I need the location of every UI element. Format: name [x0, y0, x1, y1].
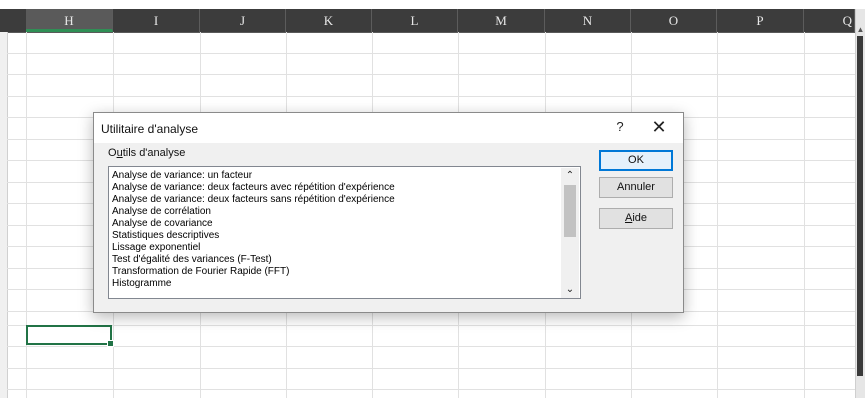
sheet-scrollbar-thumb[interactable] [857, 36, 863, 376]
list-item[interactable]: Analyse de variance: deux facteurs avec … [112, 182, 395, 193]
gridline [7, 325, 855, 326]
close-icon[interactable]: ✕ [650, 118, 668, 136]
cancel-button[interactable]: Annuler [599, 177, 673, 198]
gridline [7, 389, 855, 390]
active-cell-selection[interactable] [26, 325, 114, 347]
gridline [717, 32, 718, 398]
column-header-k[interactable]: K [286, 9, 372, 32]
help-button-label: Aide [624, 212, 648, 224]
column-header-m[interactable]: M [458, 9, 545, 32]
analysis-toolpak-dialog: Utilitaire d'analyse ? ✕ Outils d'analys… [93, 112, 684, 313]
column-header-o[interactable]: O [631, 9, 717, 32]
tools-group-label-text: Outils d'analyse [108, 147, 186, 159]
list-item[interactable]: Analyse de corrélation [112, 206, 211, 217]
listbox-scrollbar-thumb[interactable] [564, 185, 576, 237]
column-header-j[interactable]: J [200, 9, 286, 32]
tools-group-label: Outils d'analyse [108, 147, 185, 159]
list-item[interactable]: Analyse de variance: deux facteurs sans … [112, 194, 395, 205]
analysis-tools-listbox[interactable]: Analyse de variance: un facteur Analyse … [108, 166, 581, 299]
list-item[interactable]: Transformation de Fourier Rapide (FFT) [112, 266, 289, 277]
column-header-n[interactable]: N [545, 9, 631, 32]
column-header-bar: H I J K L M N O P Q [0, 9, 865, 33]
chevron-up-icon[interactable]: ▲ [856, 25, 865, 35]
question-icon[interactable]: ? [614, 119, 626, 135]
gridline [7, 96, 855, 97]
gridline [804, 32, 805, 398]
gridline [7, 346, 855, 347]
list-item[interactable]: Statistiques descriptives [112, 230, 219, 241]
list-item[interactable]: Test d'égalité des variances (F-Test) [112, 254, 272, 265]
list-item[interactable]: Analyse de covariance [112, 218, 213, 229]
column-header-p[interactable]: P [717, 9, 804, 32]
dialog-titlebar[interactable]: Utilitaire d'analyse ? ✕ [94, 113, 683, 143]
row-header-strip[interactable] [0, 32, 8, 398]
list-item[interactable]: Lissage exponentiel [112, 242, 200, 253]
chevron-up-icon[interactable]: ⌃ [561, 168, 579, 184]
gridline [7, 368, 855, 369]
column-header-h[interactable]: H [26, 9, 113, 32]
ok-button[interactable]: OK [599, 150, 673, 171]
chevron-down-icon[interactable]: ⌄ [561, 282, 579, 298]
list-item[interactable]: Histogramme [112, 278, 171, 289]
list-item[interactable]: Analyse de variance: un facteur [112, 170, 252, 181]
column-header-l[interactable]: L [372, 9, 458, 32]
listbox-scrollbar[interactable]: ⌃ ⌄ [561, 168, 579, 298]
column-header-i[interactable]: I [113, 9, 200, 32]
gridline [7, 53, 855, 54]
help-button[interactable]: Aide [599, 208, 673, 229]
column-header-q[interactable]: Q [804, 9, 855, 32]
gridline [7, 74, 855, 75]
dialog-title: Utilitaire d'analyse [101, 122, 199, 136]
